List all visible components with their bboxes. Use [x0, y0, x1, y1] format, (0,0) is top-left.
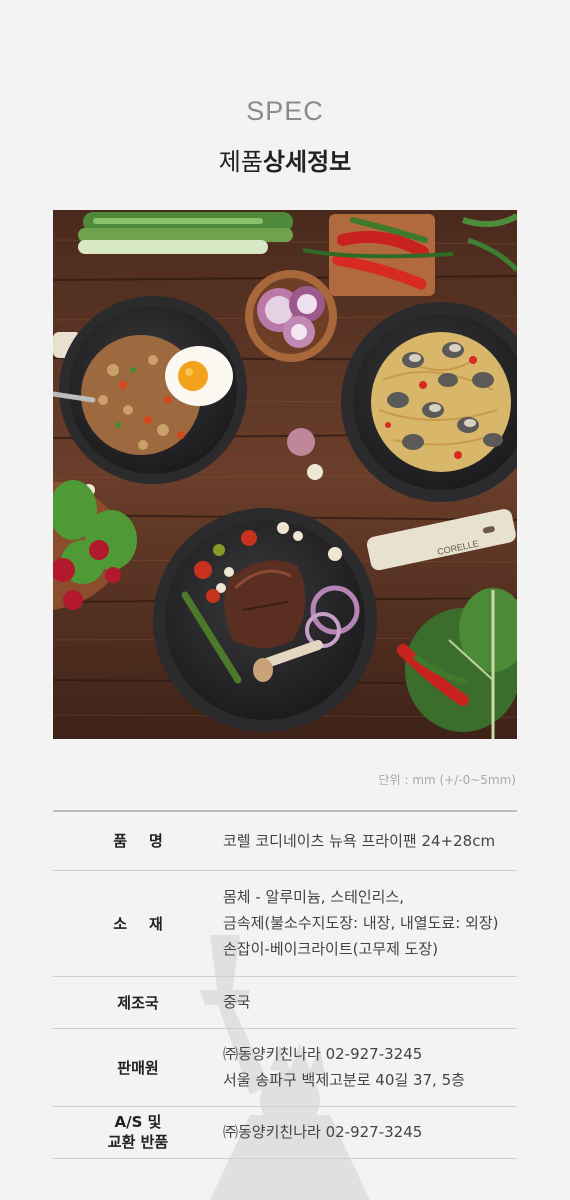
- value-line: 중국: [223, 993, 251, 1011]
- row-label-seller: 판매원: [117, 1058, 159, 1077]
- value-line: ㈜동양키친나라 02-927-3245: [223, 1123, 423, 1141]
- value-line: 서울 송파구 백제고분로 40길 37, 5층: [223, 1071, 465, 1089]
- row-label-origin: 제조국: [117, 993, 159, 1012]
- table-row: 판매원 ㈜동양키친나라 02-927-3245 서울 송파구 백제고분로 40길…: [53, 1028, 517, 1106]
- spec-table: 품명 코렐 코디네이츠 뉴욕 프라이팬 24+28cm 소재 몸체 - 알루미늄…: [53, 810, 517, 1159]
- row-value-material: 몸체 - 알루미늄, 스테인리스, 금속제(불소수지도장: 내장, 내열도료: …: [223, 870, 517, 976]
- row-label-as: A/S 및 교환 반품: [53, 1106, 223, 1158]
- row-value-name: 코렐 코디네이츠 뉴욕 프라이팬 24+28cm: [223, 811, 517, 870]
- value-line: 금속제(불소수지도장: 내장, 내열도료: 외장): [223, 914, 499, 932]
- row-value-origin: 중국: [223, 976, 517, 1028]
- label-line: A/S 및: [114, 1113, 162, 1131]
- product-photo: CORELLE: [53, 210, 517, 739]
- row-label-material: 소재: [113, 914, 185, 933]
- title-bold-part: 상세정보: [262, 148, 352, 176]
- title-light-part: 제품: [218, 148, 263, 176]
- table-row: 품명 코렐 코디네이츠 뉴욕 프라이팬 24+28cm: [53, 811, 517, 870]
- row-value-as: ㈜동양키친나라 02-927-3245: [223, 1106, 517, 1158]
- spec-eyebrow: SPEC: [246, 96, 324, 126]
- unit-note: 단위 : mm (+/-0~5mm): [378, 773, 516, 787]
- row-value-seller: ㈜동양키친나라 02-927-3245 서울 송파구 백제고분로 40길 37,…: [223, 1028, 517, 1106]
- value-line: 코렐 코디네이츠 뉴욕 프라이팬 24+28cm: [223, 831, 496, 850]
- table-row: 제조국 중국: [53, 976, 517, 1028]
- row-label-name: 품명: [113, 832, 185, 851]
- value-line: 몸체 - 알루미늄, 스테인리스,: [223, 888, 405, 906]
- table-row: 소재 몸체 - 알루미늄, 스테인리스, 금속제(불소수지도장: 내장, 내열도…: [53, 870, 517, 976]
- value-line: 손잡이-베이크라이트(고무제 도장): [223, 940, 439, 958]
- page-title: 제품상세정보: [0, 142, 570, 177]
- table-row: A/S 및 교환 반품 ㈜동양키친나라 02-927-3245: [53, 1106, 517, 1158]
- label-line: 교환 반품: [107, 1133, 169, 1151]
- value-line: ㈜동양키친나라 02-927-3245: [223, 1045, 423, 1063]
